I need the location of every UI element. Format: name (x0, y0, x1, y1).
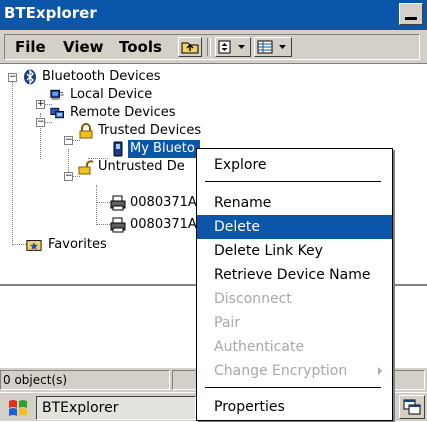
printer-icon (110, 195, 126, 211)
status-panel (172, 370, 198, 390)
folder-up-icon (181, 42, 199, 54)
menu-item-pair[interactable]: Pair (197, 311, 392, 335)
toolbar-separator (207, 38, 211, 56)
bluetooth-icon (24, 69, 36, 85)
view-mode-button[interactable] (254, 37, 292, 57)
taskbar-app-label: BTExplorer (42, 400, 119, 416)
details-view-icon (257, 40, 286, 54)
tree-node-remote-devices[interactable]: Remote Devices (70, 104, 176, 122)
minimize-icon (405, 17, 417, 20)
menu-item-properties[interactable]: Properties (197, 395, 392, 419)
collapse-toggle[interactable]: − (64, 136, 73, 145)
status-panel-right (393, 370, 425, 390)
menu-item-change-encryption-label: Change Encryption (214, 363, 348, 379)
lock-open-icon (78, 160, 94, 175)
windows-icon (403, 399, 421, 415)
menu-item-delete-link-key[interactable]: Delete Link Key (197, 239, 392, 263)
tree-node-bluetooth-devices[interactable]: Bluetooth Devices (42, 68, 160, 86)
menu-separator (205, 387, 381, 388)
taskbar-switch-button[interactable] (399, 395, 425, 419)
phone-icon (113, 141, 123, 157)
title-bar: BTExplorer (0, 0, 427, 30)
menu-item-change-encryption[interactable]: Change Encryption (197, 359, 392, 383)
expand-toggle[interactable]: + (36, 100, 45, 109)
collapse-toggle[interactable]: − (36, 118, 45, 127)
tree-node-untrusted-devices[interactable]: Untrusted De (98, 158, 196, 176)
status-object-count: 0 object(s) (0, 370, 170, 390)
tree-node-my-bluetooth-device[interactable]: My Blueto (128, 140, 200, 158)
printer-icon (110, 217, 126, 233)
favorites-folder-icon (26, 240, 42, 251)
menu-item-authenticate[interactable]: Authenticate (197, 335, 392, 359)
sort-icon (218, 40, 245, 54)
local-device-icon (50, 89, 64, 100)
menu-separator (205, 181, 381, 182)
menu-item-delete[interactable]: Delete (197, 215, 392, 239)
tree-node-trusted-devices[interactable]: Trusted Devices (98, 122, 201, 140)
minimize-button[interactable] (399, 3, 423, 25)
tree-node-favorites[interactable]: Favorites (48, 236, 107, 254)
menu-item-disconnect[interactable]: Disconnect (197, 287, 392, 311)
menu-file[interactable]: File (15, 38, 46, 56)
tree-node-device-2[interactable]: 0080371A (130, 216, 196, 234)
menu-view[interactable]: View (63, 38, 104, 56)
tree-node-local-device[interactable]: Local Device (70, 86, 152, 104)
menu-item-rename[interactable]: Rename (197, 191, 392, 215)
submenu-arrow-icon (378, 367, 382, 375)
taskbar-app-button[interactable]: BTExplorer (36, 396, 196, 420)
collapse-toggle[interactable]: − (64, 172, 73, 181)
window-title: BTExplorer (4, 4, 97, 22)
tree-node-device-1[interactable]: 0080371A (130, 194, 196, 212)
menu-toolbar: File View Tools (4, 34, 420, 60)
menu-bar: File View Tools (0, 30, 427, 64)
windows-start-icon[interactable] (6, 397, 30, 419)
view-options-button[interactable] (215, 37, 251, 57)
lock-closed-icon (79, 123, 93, 139)
context-menu: Explore Rename Delete Delete Link Key Re… (196, 148, 393, 421)
menu-item-retrieve-device-name[interactable]: Retrieve Device Name (197, 263, 392, 287)
menu-tools[interactable]: Tools (119, 38, 162, 56)
menu-item-explore[interactable]: Explore (197, 153, 392, 177)
collapse-toggle[interactable]: − (8, 73, 17, 82)
up-folder-button[interactable] (178, 37, 202, 57)
remote-devices-icon (50, 107, 64, 119)
